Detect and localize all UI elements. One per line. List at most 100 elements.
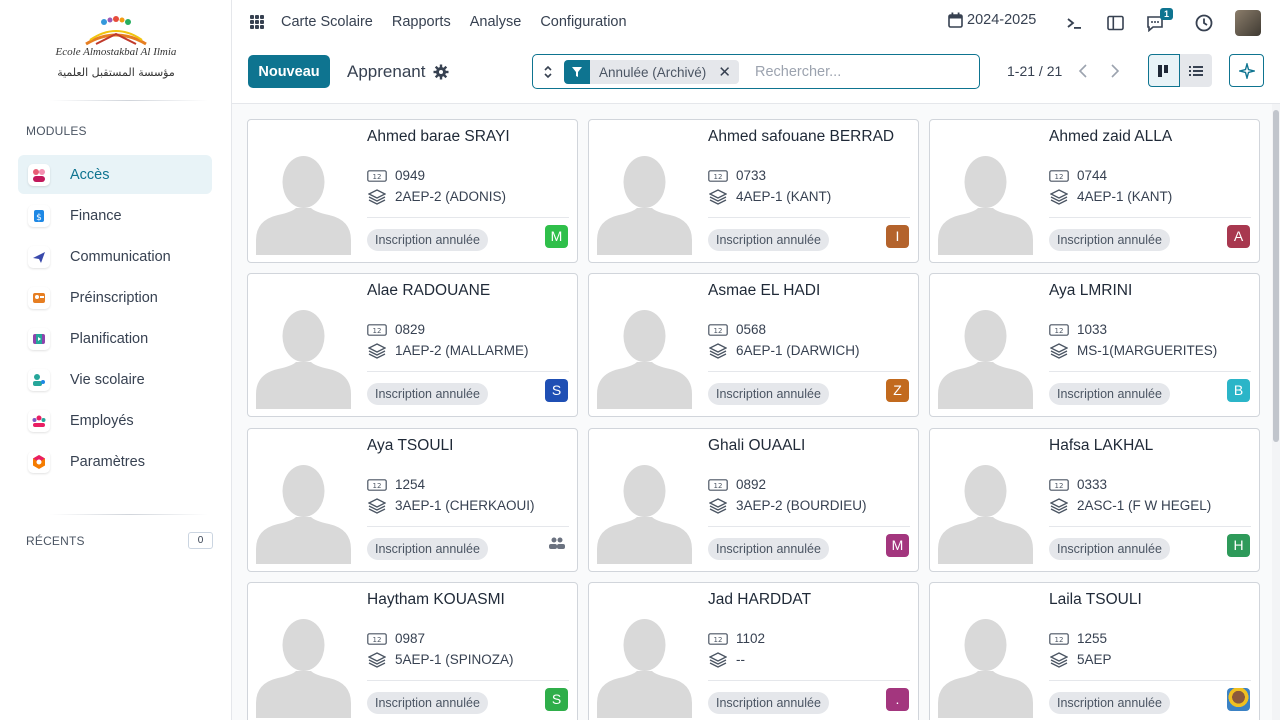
school-logo[interactable]: Ecole Almostakbal Al Ilmia مؤسسة المستقب… bbox=[52, 14, 180, 86]
sidebar-item-preinscription[interactable]: Préinscription bbox=[18, 278, 212, 317]
no-owner-icon[interactable] bbox=[545, 534, 568, 557]
owner-photo-avatar[interactable] bbox=[1227, 688, 1250, 711]
sidebar-item-label: Préinscription bbox=[70, 289, 158, 306]
menu-configuration[interactable]: Configuration bbox=[540, 14, 626, 30]
student-card[interactable]: Laila TSOULI 12 1255 5AEP Inscription an… bbox=[929, 582, 1260, 720]
layers-icon bbox=[367, 342, 387, 359]
pager-value[interactable]: 1-21 / 21 bbox=[1007, 63, 1062, 79]
student-code-row: 12 0987 bbox=[367, 631, 425, 646]
student-card[interactable]: Aya LMRINI 12 1033 MS-1(MARGUERITES) Ins… bbox=[929, 273, 1260, 417]
status-badge: Inscription annulée bbox=[1049, 229, 1170, 251]
calendar-icon bbox=[948, 12, 963, 28]
student-card[interactable]: Ahmed zaid ALLA 12 0744 4AEP-1 (KANT) In… bbox=[929, 119, 1260, 263]
student-card[interactable]: Jad HARDDAT 12 1102 -- Inscription annul… bbox=[588, 582, 919, 720]
student-class: 4AEP-1 (KANT) bbox=[736, 189, 832, 204]
new-button[interactable]: Nouveau bbox=[248, 55, 330, 88]
student-card[interactable]: Aya TSOULI 12 1254 3AEP-1 (CHERKAOUI) In… bbox=[247, 428, 578, 572]
search-input[interactable] bbox=[755, 62, 955, 82]
top-menu: Carte Scolaire Rapports Analyse Configur… bbox=[281, 14, 627, 30]
student-card[interactable]: Ahmed safouane BERRAD 12 0733 4AEP-1 (KA… bbox=[588, 119, 919, 263]
split-view-icon[interactable] bbox=[1105, 13, 1125, 33]
pager-next-icon[interactable] bbox=[1100, 56, 1130, 86]
student-code-row: 12 0949 bbox=[367, 168, 425, 183]
id-card-icon: 12 bbox=[1049, 323, 1069, 337]
kanban-view-icon bbox=[1158, 64, 1168, 77]
owner-avatar[interactable]: S bbox=[545, 688, 568, 711]
sidebar-item-communication[interactable]: Communication bbox=[18, 237, 212, 276]
owner-avatar[interactable]: M bbox=[545, 225, 568, 248]
owner-avatar[interactable]: H bbox=[1227, 534, 1250, 557]
student-photo bbox=[938, 457, 1033, 564]
modules-title: MODULES bbox=[26, 124, 87, 138]
owner-avatar[interactable]: A bbox=[1227, 225, 1250, 248]
sidebar-item-label: Vie scolaire bbox=[70, 371, 145, 388]
student-class-row: 3AEP-1 (CHERKAOUI) bbox=[367, 497, 535, 514]
id-card-icon: 12 bbox=[1049, 478, 1069, 492]
sidebar-item-planification[interactable]: Planification bbox=[18, 319, 212, 358]
planification-icon bbox=[28, 327, 50, 350]
student-card[interactable]: Haytham KOUASMI 12 0987 5AEP-1 (SPINOZA)… bbox=[247, 582, 578, 720]
student-photo bbox=[256, 611, 351, 718]
owner-avatar[interactable]: M bbox=[886, 534, 909, 557]
student-class: 4AEP-1 (KANT) bbox=[1077, 189, 1173, 204]
logo-text-arabic: مؤسسة المستقبل العلمية bbox=[57, 66, 175, 79]
layers-icon bbox=[367, 651, 387, 668]
student-code-row: 12 1255 bbox=[1049, 631, 1107, 646]
layers-icon bbox=[1049, 651, 1069, 668]
sidebar-item-employes[interactable]: Employés bbox=[18, 401, 212, 440]
owner-avatar[interactable]: B bbox=[1227, 379, 1250, 402]
activity-clock-icon[interactable] bbox=[1194, 13, 1214, 33]
student-class-row: 5AEP-1 (SPINOZA) bbox=[367, 651, 514, 668]
student-class: 2ASC-1 (F W HEGEL) bbox=[1077, 498, 1212, 513]
search-panel-toggle-icon[interactable] bbox=[541, 64, 555, 80]
svg-text:12: 12 bbox=[714, 327, 723, 335]
menu-carte-scolaire[interactable]: Carte Scolaire bbox=[281, 14, 373, 30]
filter-icon bbox=[564, 60, 590, 84]
scrollbar-thumb[interactable] bbox=[1273, 110, 1279, 442]
ai-assistant-button[interactable] bbox=[1229, 54, 1264, 87]
svg-text:$: $ bbox=[36, 213, 42, 223]
student-card[interactable]: Alae RADOUANE 12 0829 1AEP-2 (MALLARME) … bbox=[247, 273, 578, 417]
student-card[interactable]: Asmae EL HADI 12 0568 6AEP-1 (DARWICH) I… bbox=[588, 273, 919, 417]
list-view-button[interactable] bbox=[1180, 54, 1212, 87]
student-card[interactable]: Ahmed barae SRAYI 12 0949 2AEP-2 (ADONIS… bbox=[247, 119, 578, 263]
student-name: Ahmed zaid ALLA bbox=[1049, 128, 1173, 145]
remove-filter-icon[interactable]: ✕ bbox=[718, 63, 731, 81]
page-title: Apprenant bbox=[347, 62, 426, 81]
user-avatar[interactable] bbox=[1235, 10, 1261, 36]
sidebar-item-finance[interactable]: $ Finance bbox=[18, 196, 212, 235]
menu-rapports[interactable]: Rapports bbox=[392, 14, 451, 30]
svg-text:12: 12 bbox=[1055, 173, 1064, 181]
owner-avatar[interactable]: . bbox=[886, 688, 909, 711]
svg-text:12: 12 bbox=[714, 636, 723, 644]
sidebar-item-acces[interactable]: Accès bbox=[18, 155, 212, 194]
pager-previous-icon[interactable] bbox=[1068, 56, 1098, 86]
owner-avatar[interactable]: I bbox=[886, 225, 909, 248]
owner-avatar[interactable]: Z bbox=[886, 379, 909, 402]
student-class-row: 5AEP bbox=[1049, 651, 1112, 668]
academic-year-selector[interactable]: 2024-2025 bbox=[948, 12, 1036, 28]
apps-grid-icon[interactable] bbox=[250, 15, 264, 29]
student-class: 2AEP-2 (ADONIS) bbox=[395, 189, 507, 204]
id-card-icon: 12 bbox=[367, 632, 387, 646]
kanban-view-button[interactable] bbox=[1148, 54, 1180, 87]
search-bar: Annulée (Archivé) ✕ bbox=[532, 54, 980, 89]
menu-analyse[interactable]: Analyse bbox=[470, 14, 522, 30]
access-icon bbox=[28, 163, 50, 186]
layers-icon bbox=[708, 188, 728, 205]
student-card[interactable]: Hafsa LAKHAL 12 0333 2ASC-1 (F W HEGEL) … bbox=[929, 428, 1260, 572]
svg-text:12: 12 bbox=[373, 636, 382, 644]
sidebar-item-label: Paramètres bbox=[70, 453, 145, 470]
student-code-row: 12 0733 bbox=[708, 168, 766, 183]
sidebar-item-vie-scolaire[interactable]: Vie scolaire bbox=[18, 360, 212, 399]
sidebar-item-parametres[interactable]: Paramètres bbox=[18, 442, 212, 481]
student-card[interactable]: Ghali OUAALI 12 0892 3AEP-2 (BOURDIEU) I… bbox=[588, 428, 919, 572]
breadcrumb: Apprenant bbox=[347, 62, 449, 82]
student-code: 1255 bbox=[1077, 631, 1108, 646]
student-code: 0892 bbox=[736, 477, 767, 492]
terminal-icon[interactable] bbox=[1064, 13, 1084, 33]
gear-icon[interactable] bbox=[433, 64, 449, 80]
owner-avatar[interactable]: S bbox=[545, 379, 568, 402]
student-name: Jad HARDDAT bbox=[708, 591, 812, 608]
card-divider bbox=[367, 371, 569, 372]
